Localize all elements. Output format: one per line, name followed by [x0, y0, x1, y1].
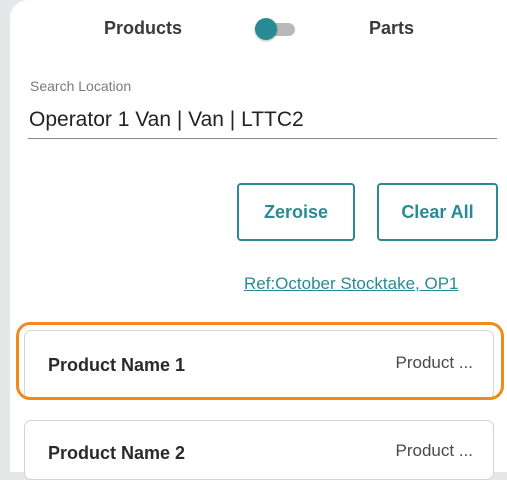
search-location-input[interactable]: [28, 102, 497, 139]
clear-all-button[interactable]: Clear All: [377, 183, 498, 241]
product-name: Product Name 1: [48, 355, 186, 375]
products-toggle-label[interactable]: Products: [104, 18, 182, 39]
product-name: Product Name 2: [48, 443, 186, 463]
parts-toggle-label[interactable]: Parts: [369, 18, 414, 39]
product-card[interactable]: Product Name 2 Product ...: [24, 420, 494, 480]
product-code: Product ...: [395, 353, 473, 372]
zeroise-button[interactable]: Zeroise: [237, 183, 355, 241]
products-parts-toggle-switch[interactable]: [255, 18, 297, 40]
product-code: Product ...: [395, 441, 473, 460]
search-location-label: Search Location: [30, 78, 132, 94]
product-card[interactable]: Product Name 1 Product ...: [24, 330, 494, 400]
products-parts-toggle-row: Products Parts: [10, 8, 507, 48]
stocktake-panel: Products Parts Search Location Zeroise C…: [10, 0, 507, 480]
toggle-knob: [255, 18, 277, 40]
search-location-field: Search Location: [28, 74, 498, 142]
stocktake-reference-link[interactable]: Ref:October Stocktake, OP1: [244, 274, 458, 294]
